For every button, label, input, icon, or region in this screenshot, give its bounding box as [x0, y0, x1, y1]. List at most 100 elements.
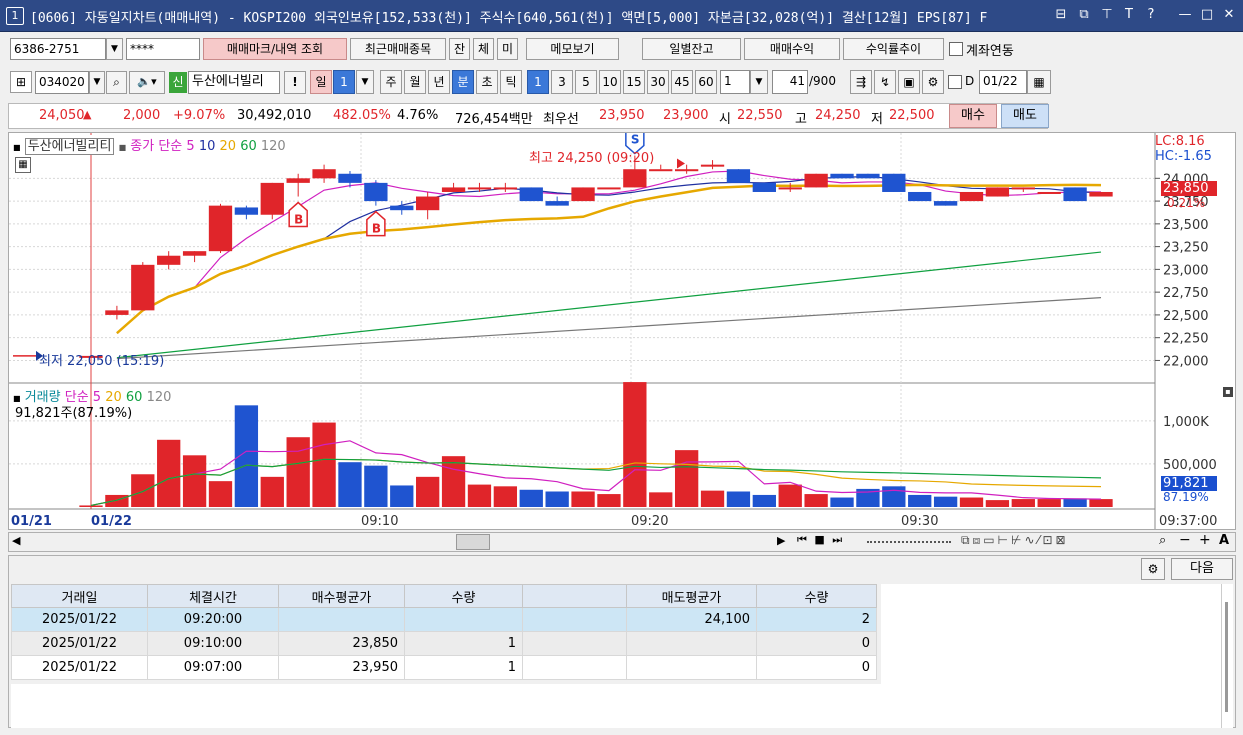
col-sell-avg[interactable]: 매도평균가 [626, 584, 757, 608]
table-row[interactable]: 2025/01/22 09:07:00 23,950 1 0 [11, 655, 877, 680]
period-second-tab[interactable]: 초 [476, 70, 498, 94]
save-icon[interactable]: ▣ [898, 70, 920, 94]
trade-history-panel: ⚙ 다음 거래일 체결시간 매수평균가 수량 매도평균가 수량 2025/01/… [8, 555, 1236, 728]
period-day-tab[interactable]: 일 [310, 70, 332, 94]
period-dropdown-icon[interactable]: ▼ [356, 70, 374, 94]
trade-mark-button[interactable]: 매매마크/내역 조회 [203, 38, 347, 60]
stock-code-dropdown-icon[interactable]: ▼ [89, 71, 105, 94]
tab-pending[interactable]: 미 [497, 38, 518, 60]
chart-panel[interactable]: BBS 24,000 23,750 23,500 23,250 23,000 22,750… [8, 132, 1236, 530]
window-number[interactable]: 1 [6, 7, 24, 25]
trade-profit-button[interactable]: 매매수익 [744, 38, 840, 60]
volume-bar [571, 491, 595, 507]
zoom-search-icon[interactable]: ⌕ [1159, 533, 1166, 548]
next-button[interactable]: 다음 [1171, 558, 1233, 580]
date-checkbox[interactable] [948, 75, 962, 89]
calendar-icon[interactable]: ▦ [1027, 70, 1051, 94]
sell-button[interactable]: 매도 [1001, 104, 1049, 128]
period-week-tab[interactable]: 주 [380, 70, 402, 94]
maximize-icon[interactable]: □ [1198, 6, 1216, 24]
table-gear-icon[interactable]: ⚙ [1141, 558, 1165, 580]
min-option-15[interactable]: 15 [623, 70, 645, 94]
draw-line-icon[interactable]: ↯ [874, 70, 896, 94]
table-scrollbar[interactable] [1221, 584, 1233, 728]
data-table-icon[interactable]: ▦ [15, 157, 31, 173]
count-input[interactable]: 41 [772, 70, 808, 94]
search-icon[interactable]: ⌕ [106, 71, 127, 94]
gear-icon[interactable]: ⚙ [922, 70, 944, 94]
interval-input[interactable]: 1 [720, 70, 750, 94]
interval-dropdown-icon[interactable]: ▼ [750, 70, 768, 94]
period-num-field[interactable]: 1 [333, 70, 355, 94]
candle-body [571, 187, 595, 202]
period-year-tab[interactable]: 년 [428, 70, 450, 94]
period-tick-tab[interactable]: 틱 [500, 70, 522, 94]
col-blank [522, 584, 627, 608]
minimize-icon[interactable]: — [1176, 6, 1194, 24]
col-buy-avg[interactable]: 매수평균가 [278, 584, 405, 608]
min-option-30[interactable]: 30 [647, 70, 669, 94]
playback-controls[interactable]: ⏮ ■ ⏭ [797, 533, 863, 551]
zoom-in-icon[interactable]: + [1199, 532, 1211, 548]
cell-sell-avg: 24,100 [626, 607, 757, 632]
indicator-icon[interactable]: ⇶ [850, 70, 872, 94]
scroll-right-icon[interactable]: ▶ [777, 534, 785, 547]
period-month-tab[interactable]: 월 [404, 70, 426, 94]
scroll-thumb[interactable] [456, 534, 490, 550]
buy-button[interactable]: 매수 [949, 104, 997, 128]
stock-code-input[interactable]: 034020 [35, 71, 89, 94]
cell-buy-qty [404, 607, 523, 632]
font-icon[interactable]: T [1120, 6, 1138, 24]
col-buy-qty[interactable]: 수량 [404, 584, 523, 608]
account-link-checkbox[interactable] [949, 42, 963, 56]
min-option-5[interactable]: 5 [575, 70, 597, 94]
min-option-1[interactable]: 1 [527, 70, 549, 94]
volume-bar [908, 494, 932, 507]
min-option-45[interactable]: 45 [671, 70, 693, 94]
stock-list-icon[interactable]: ⊞ [10, 71, 32, 93]
copy-window-icon[interactable]: ⧉ [1075, 6, 1093, 24]
col-trade-date[interactable]: 거래일 [11, 584, 148, 608]
chart-scrollbar[interactable]: ◀ ▶ ⏮ ■ ⏭ ⧉⧈▭⊢⊬∿⁄⊡⊠ ⌕ − + A [8, 532, 1236, 552]
table-row[interactable]: 2025/01/22 09:20:00 24,100 2 [11, 607, 877, 632]
scroll-left-icon[interactable]: ◀ [12, 534, 20, 547]
time-tick-label: 09:20 [631, 514, 668, 529]
recent-trades-button[interactable]: 최근매매종목 [350, 38, 446, 60]
date-input[interactable]: 01/22 [979, 70, 1027, 94]
pin-icon[interactable]: ⊤ [1098, 6, 1116, 24]
close-icon[interactable]: ✕ [1220, 6, 1238, 24]
chart-canvas[interactable]: BBS 24,00023,75023,50023,25023,00022,750… [9, 133, 1235, 529]
col-sell-qty[interactable]: 수량 [756, 584, 877, 608]
candle-body [390, 205, 414, 211]
panel-menu-icon[interactable]: ▪ [1223, 387, 1233, 397]
password-input[interactable]: **** [126, 38, 200, 60]
price-tick-label: 22,750 [1163, 286, 1209, 301]
speaker-icon[interactable]: 🔈▾ [129, 71, 165, 94]
min-option-3[interactable]: 3 [551, 70, 573, 94]
daily-balance-button[interactable]: 일별잔고 [642, 38, 741, 60]
account-dropdown-icon[interactable]: ▼ [106, 38, 123, 60]
memo-button[interactable]: 메모보기 [526, 38, 619, 60]
min-option-60[interactable]: 60 [695, 70, 717, 94]
tab-balance[interactable]: 잔 [449, 38, 470, 60]
volume-ratio: 482.05% [333, 108, 391, 123]
min-option-10[interactable]: 10 [599, 70, 621, 94]
alert-button[interactable]: ! [284, 71, 306, 94]
zoom-slider[interactable] [867, 541, 951, 543]
volume-bar [545, 491, 569, 507]
zoom-out-icon[interactable]: − [1179, 532, 1191, 548]
period-minute-tab[interactable]: 분 [452, 70, 474, 94]
high-price: 24,250 [815, 108, 861, 123]
font-size-icon[interactable]: A [1219, 533, 1229, 548]
account-number-input[interactable]: 6386-2751 [10, 38, 106, 60]
col-exec-time[interactable]: 체결시간 [147, 584, 279, 608]
help-icon[interactable]: ? [1142, 6, 1160, 24]
drawing-tools-icons[interactable]: ⧉⧈▭⊢⊬∿⁄⊡⊠ [961, 533, 1069, 548]
legend-stock-name[interactable]: 두산에너빌리티 [24, 138, 115, 155]
table-row[interactable]: 2025/01/22 09:10:00 23,850 1 0 [11, 631, 877, 656]
tab-executed[interactable]: 체 [473, 38, 494, 60]
time-tick-label: 01/21 [11, 514, 52, 529]
split-icon[interactable]: ⊟ [1052, 6, 1070, 24]
stock-name-field[interactable]: 두산에너빌리 [188, 71, 280, 94]
return-trend-button[interactable]: 수익률추이 [843, 38, 944, 60]
